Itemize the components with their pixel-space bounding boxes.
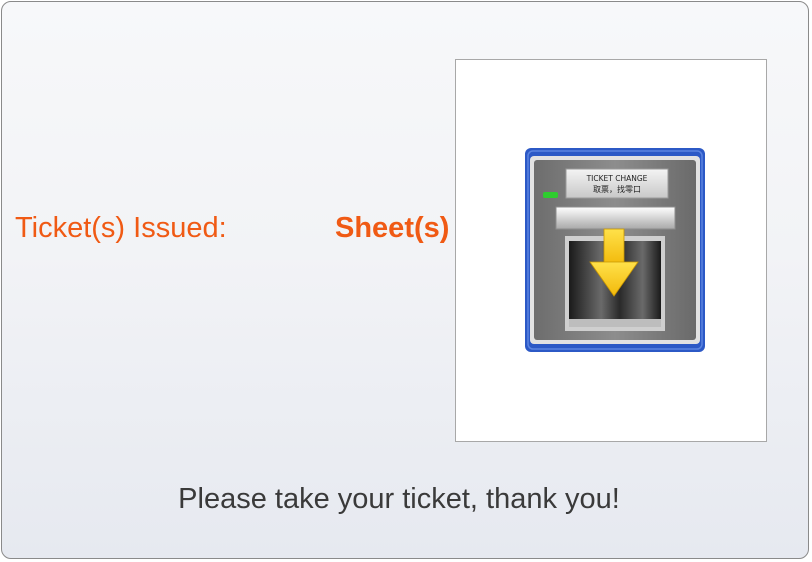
machine-title: TICKET CHANGE [586, 174, 648, 183]
sheets-unit-label: Sheet(s) [335, 212, 450, 244]
tickets-issued-label: Ticket(s) Issued: [15, 212, 227, 244]
ticket-issued-dialog: Ticket(s) Issued: Sheet(s) TICKET CHANGE… [1, 1, 809, 559]
machine-subtitle: 取票，找零口 [593, 184, 641, 194]
ticket-dispenser-icon: TICKET CHANGE 取票，找零口 [525, 148, 705, 352]
thank-you-message: Please take your ticket, thank you! [178, 483, 620, 515]
ticket-outlet-image-panel: TICKET CHANGE 取票，找零口 [455, 59, 767, 442]
status-indicator-light [543, 192, 558, 198]
ticket-slot [555, 206, 676, 230]
